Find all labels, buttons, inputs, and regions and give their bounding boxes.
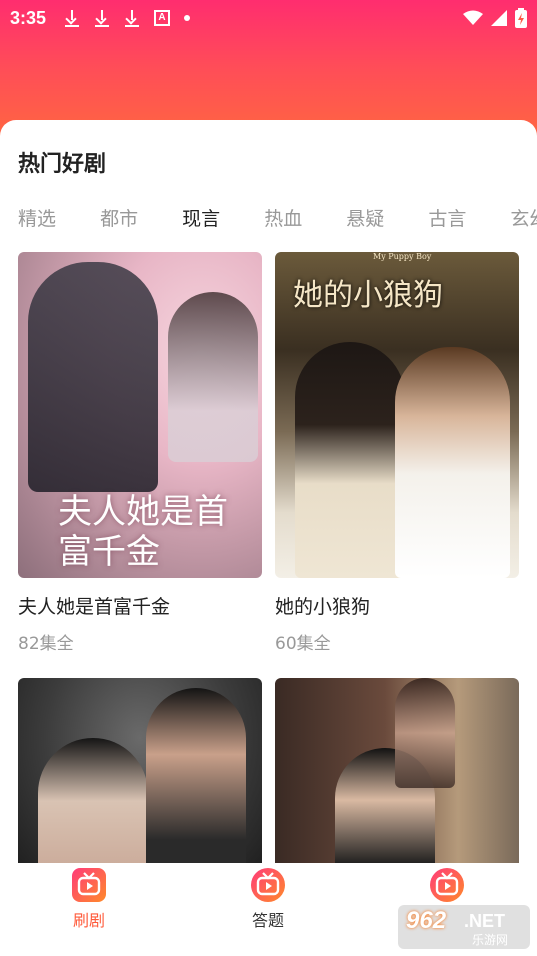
app-a-icon: A <box>154 10 171 26</box>
content-card: 热门好剧 精选 都市 现言 热血 悬疑 古言 玄幻 夫人她是首富千金 夫人她是首… <box>0 120 537 956</box>
drama-title: 她的小狼狗 <box>275 596 371 618</box>
drama-poster[interactable] <box>275 678 519 878</box>
status-bar: 3:35 A <box>0 0 537 36</box>
tv-play-icon <box>430 868 464 902</box>
download-icon <box>64 9 80 27</box>
notification-dot-icon <box>184 15 191 21</box>
drama-poster[interactable] <box>18 678 262 878</box>
tab-rexue[interactable]: 热血 <box>264 204 302 231</box>
signal-icon <box>491 10 507 26</box>
site-watermark: 962 .NET 乐游网 <box>398 905 530 949</box>
poster-figure <box>295 342 405 578</box>
drama-poster[interactable]: 她的小狼狗 My Puppy Boy <box>275 252 519 578</box>
status-time: 3:35 <box>10 7 47 28</box>
drama-card[interactable]: 她的小狼狗 My Puppy Boy 她的小狼狗 60集全 <box>275 252 519 654</box>
section-title: 热门好剧 <box>18 152 107 177</box>
poster-figure <box>38 738 148 878</box>
tv-play-icon <box>72 868 106 902</box>
wifi-icon <box>463 10 483 25</box>
drama-poster[interactable]: 夫人她是首富千金 <box>18 252 262 578</box>
poster-figure <box>146 688 246 878</box>
tab-xuanyi[interactable]: 悬疑 <box>346 204 384 231</box>
drama-card[interactable]: 夫人她是首富千金 夫人她是首富千金 82集全 <box>18 252 262 654</box>
nav-item-third[interactable] <box>407 863 487 907</box>
watermark-sub: 乐游网 <box>472 933 509 947</box>
tab-dushi[interactable]: 都市 <box>100 204 138 231</box>
poster-figure <box>168 292 258 462</box>
poster-figure <box>395 347 510 578</box>
nav-label: 刷剧 <box>72 911 105 930</box>
drama-episodes: 60集全 <box>275 634 331 654</box>
tab-xianyan[interactable]: 现言 <box>182 204 220 231</box>
tab-guyan[interactable]: 古言 <box>428 204 466 231</box>
nav-label: 答题 <box>251 911 284 930</box>
tab-jingxuan[interactable]: 精选 <box>18 204 56 231</box>
poster-subtitle-text: My Puppy Boy <box>373 252 432 261</box>
download-icon <box>124 9 140 27</box>
poster-figure <box>395 678 455 788</box>
poster-title-text: 她的小狼狗 <box>293 278 443 313</box>
download-icon <box>94 9 110 27</box>
drama-episodes: 82集全 <box>18 634 74 654</box>
category-tabs: 精选 都市 现言 热血 悬疑 古言 玄幻 <box>18 204 537 231</box>
nav-item-shuaju[interactable]: 刷剧 <box>49 863 129 931</box>
drama-card[interactable] <box>275 678 519 878</box>
watermark-number: 962 <box>406 907 447 934</box>
drama-title: 夫人她是首富千金 <box>18 596 171 618</box>
tv-play-icon <box>251 868 285 902</box>
drama-card[interactable] <box>18 678 262 878</box>
watermark-suffix: .NET <box>464 911 506 931</box>
poster-figure <box>28 262 158 492</box>
tab-xuanhuan[interactable]: 玄幻 <box>510 204 537 231</box>
battery-icon <box>515 8 527 28</box>
nav-item-dati[interactable]: 答题 <box>228 863 308 931</box>
poster-title-text: 夫人她是首富千金 <box>58 492 228 572</box>
